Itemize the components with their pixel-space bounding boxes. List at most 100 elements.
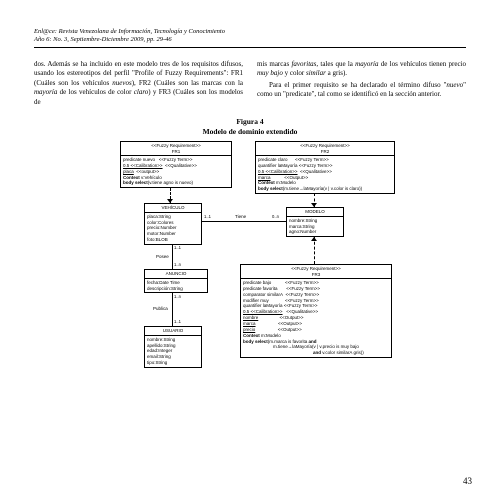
page-number: 43 xyxy=(463,476,472,486)
uml-body: fecha:Date Time descripción:String xyxy=(145,279,207,293)
attr: quantifier laMayoría xyxy=(258,163,298,168)
txt: de los vehículos de color xyxy=(57,88,133,96)
attr: foto:BLOB xyxy=(147,237,199,243)
attr-stereo: <<Qualitative>> xyxy=(165,163,197,168)
arrow-icon xyxy=(311,237,317,241)
figure-number: Figura 4 xyxy=(34,117,466,127)
attr: quantifier laMayoría xyxy=(243,303,283,308)
rel-label-tiene: Tiene xyxy=(235,214,246,219)
uml-body: predicate claro <<Fuzzy Term>> quantifie… xyxy=(256,156,394,193)
left-column: dos. Además se ha incluido en este model… xyxy=(34,60,243,107)
attr: 0.5 <<Calibration>> xyxy=(258,169,298,174)
attr: modifier muy xyxy=(243,298,269,303)
txt: a gris). xyxy=(326,69,347,77)
uml-fr1: <<Fuzzy Requirement>> FR1 predicate nuev… xyxy=(120,141,232,188)
uml-usuario: USUARIO nombre:String apellido:String ed… xyxy=(144,326,202,368)
attr: predicate favorita xyxy=(243,286,278,291)
mult: 1..n xyxy=(174,294,181,299)
txt-italic: favoritas xyxy=(291,60,316,68)
attr-stereo: <<Fuzzy Term>> xyxy=(286,292,320,297)
class-name: MODELO xyxy=(287,208,343,216)
mult: 1..n xyxy=(174,262,181,267)
attr: predicate claro xyxy=(258,157,288,162)
attr-stereo: <<Fuzzy Term>> xyxy=(285,298,319,303)
class-name: FR3 xyxy=(243,272,389,277)
uml-body: predicate nuevo <<Fuzzy Term>> 0.5 <<Cal… xyxy=(121,156,231,187)
txt-italic: muy bajo xyxy=(257,69,283,77)
attr: descripción:String xyxy=(147,286,205,292)
class-name: USUARIO xyxy=(145,327,201,335)
uml-fr2: <<Fuzzy Requirement>> FR2 predicate clar… xyxy=(255,141,395,194)
uml-title: <<Fuzzy Requirement>> FR1 xyxy=(121,142,231,156)
uml-title: <<Fuzzy Requirement>> FR2 xyxy=(256,142,394,156)
attr: marca xyxy=(258,175,271,180)
uml-diagram: <<Fuzzy Requirement>> FR1 predicate nuev… xyxy=(90,141,410,416)
attr: placa xyxy=(123,169,134,174)
uml-vehiculo: VEHÍCULO placa:String color:Colores prec… xyxy=(144,203,202,245)
attr: marca xyxy=(243,321,256,326)
body-kw: body select xyxy=(123,180,148,185)
text-columns: dos. Además se ha incluido en este model… xyxy=(34,60,466,107)
attr: agno:Number xyxy=(289,229,341,235)
attr: 0.5 <<Calibration>> xyxy=(243,309,283,314)
uml-fr3: <<Fuzzy Requirement>> FR3 predicate bajo… xyxy=(240,264,392,358)
txt-italic: nuevo xyxy=(446,81,463,89)
attr-stereo: <<Fuzzy Term>> xyxy=(299,163,333,168)
txt: y color xyxy=(283,69,306,77)
attr-stereo: <<Output>> xyxy=(278,327,302,332)
txt: , tales que la xyxy=(316,60,355,68)
txt-italic: claro xyxy=(134,88,149,96)
figure-caption: Figura 4 Modelo de dominio extendido xyxy=(34,117,466,137)
attr-stereo: <<Qualitative>> xyxy=(300,169,332,174)
attr-stereo: <<Fuzzy Term>> xyxy=(286,286,320,291)
txt: de los vehículos tienen precio xyxy=(379,60,467,68)
mult: 1..1 xyxy=(204,214,211,219)
txt: Para el primer requisito se ha declarado… xyxy=(269,81,446,89)
attr: 0.5 <<Calibration>> xyxy=(123,163,163,168)
attr-stereo: <<Output>> xyxy=(278,321,302,326)
attr: predicate nuevo xyxy=(123,157,155,162)
attr-stereo: <<Output>> xyxy=(280,315,304,320)
txt-italic: mayoría xyxy=(355,60,378,68)
class-name: FR1 xyxy=(123,149,229,154)
rel-label-posee: Posee xyxy=(156,254,169,259)
txt-italic: mayoría xyxy=(34,88,57,96)
attr-stereo: <<Fuzzy Term>> xyxy=(295,157,329,162)
paper-header: Enl@ce: Revista Venezolana de Informació… xyxy=(34,28,466,48)
txt-italic: similar xyxy=(306,69,326,77)
uml-body: nombre:String apellido:String edad:Integ… xyxy=(145,336,201,367)
right-column: mis marcas favoritas, tales que la mayor… xyxy=(257,60,466,107)
uml-title: <<Fuzzy Requirement>> FR3 xyxy=(241,265,391,279)
uml-body: predicate bajo <<Fuzzy Term>> predicate … xyxy=(241,279,391,357)
attr: comparator similarA xyxy=(243,292,283,297)
uml-anuncio: ANUNCIO fecha:Date Time descripción:Stri… xyxy=(144,269,208,293)
uml-body: nombre:String marca:String agno:Number xyxy=(287,217,343,237)
attr-stereo: <<Output>> xyxy=(284,175,308,180)
mult: 0..n xyxy=(272,214,279,219)
txt: mis marcas xyxy=(257,60,291,68)
journal-title: Enl@ce: Revista Venezolana de Informació… xyxy=(34,28,466,36)
attr-stereo: <<output>> xyxy=(136,169,159,174)
txt-italic: nuevos xyxy=(112,79,131,87)
uml-modelo: MODELO nombre:String marca:String agno:N… xyxy=(286,207,344,237)
uml-body: placa:String color:Colores precio:Number… xyxy=(145,213,201,244)
figure-title: Modelo de dominio extendido xyxy=(34,127,466,137)
assoc-tiene xyxy=(202,221,286,222)
attr-stereo: <<Fuzzy Term>> xyxy=(284,303,318,308)
mult: 1..1 xyxy=(174,319,181,324)
arrow-icon xyxy=(311,203,317,207)
assoc-publica xyxy=(172,293,173,326)
class-name: ANUNCIO xyxy=(145,270,207,278)
txt: ), FR2 (Cuáles son las marcas con la xyxy=(132,79,243,87)
mult: 1..1 xyxy=(174,245,181,250)
attr-stereo: <<Fuzzy Term>> xyxy=(285,280,319,285)
assoc-posee xyxy=(172,244,173,269)
attr: precio xyxy=(243,327,255,332)
dep-fr3-modelo xyxy=(314,237,315,264)
rel-label-publica: Publica xyxy=(153,306,168,311)
class-name: FR2 xyxy=(258,149,392,154)
attr-stereo: <<Fuzzy Term>> xyxy=(159,157,193,162)
class-name: VEHÍCULO xyxy=(145,204,201,212)
attr: predicate bajo xyxy=(243,280,271,285)
attr: tipo:String xyxy=(147,360,199,366)
